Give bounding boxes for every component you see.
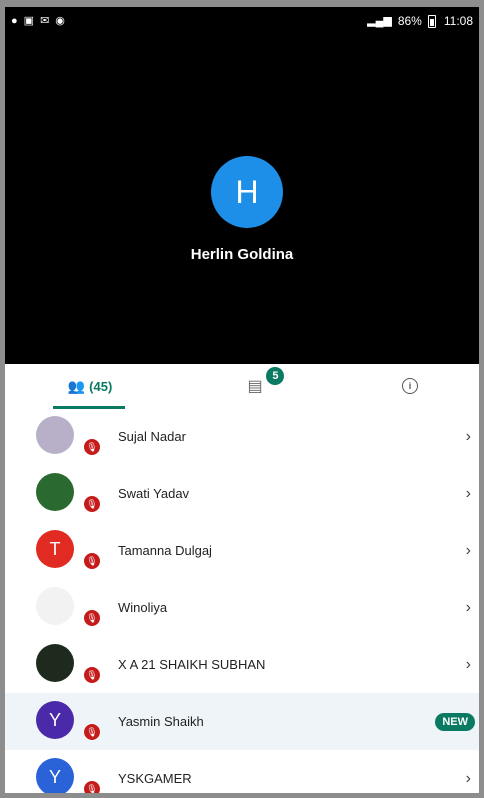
clock: 11:08 (443, 14, 473, 28)
participant-avatar: Y (36, 758, 74, 793)
screen-frame: ● ▣ ✉ ◉ ▂▄▆ 86% 11:08 H Herlin Goldina 👥… (5, 7, 479, 793)
participant-row[interactable]: Y 🎙 YSKGAMER › (5, 750, 479, 793)
battery-icon (427, 14, 436, 28)
participant-avatar (36, 416, 74, 454)
caller-initial: H (235, 173, 259, 210)
status-left-icons: ● ▣ ✉ ◉ (11, 14, 65, 27)
status-right: ▂▄▆ 86% 11:08 (367, 14, 473, 28)
info-icon: i (402, 378, 418, 394)
participant-name: Yasmin Shaikh (118, 714, 204, 729)
new-badge: NEW (435, 712, 475, 731)
participant-avatar (36, 644, 74, 682)
caller-avatar: H (211, 156, 283, 228)
people-icon: 👥 (67, 377, 86, 394)
chat-icon: ▤ 5 (247, 367, 285, 396)
tab-bar: 👥 (45) ▤ 5 i (5, 364, 479, 409)
participant-list: 🎙 Sujal Nadar › 🎙 Swati Yadav › T 🎙 Tamanna Dulg… (5, 408, 479, 793)
muted-mic-icon: 🎙 (83, 666, 101, 684)
tab-people-count: (45) (89, 378, 113, 394)
gallery-icon: ▣ (23, 14, 35, 27)
participant-name: Sujal Nadar (118, 429, 186, 444)
participant-name: Swati Yadav (118, 486, 190, 501)
participant-row[interactable]: 🎙 X A 21 SHAIKH SUBHAN › (5, 636, 479, 693)
mail-icon: ✉ (40, 14, 50, 27)
chat-unread-badge: 5 (266, 367, 285, 385)
participant-name: Tamanna Dulgaj (118, 543, 212, 558)
avatar-initial: Y (48, 709, 61, 730)
signal-icon: ▂▄▆ (367, 14, 392, 27)
chevron-right-icon: › (465, 484, 471, 502)
avatar-initial: Y (48, 766, 61, 787)
chevron-right-icon: › (465, 541, 471, 559)
muted-mic-icon: 🎙 (83, 609, 101, 627)
caller-name: Herlin Goldina (190, 246, 294, 263)
participant-row[interactable]: 🎙 Swati Yadav › (5, 465, 479, 522)
participant-name: Winoliya (118, 600, 168, 615)
chevron-right-icon: › (465, 598, 471, 616)
muted-mic-icon: 🎙 (83, 495, 101, 513)
participant-name: YSKGAMER (118, 771, 192, 786)
chevron-right-icon: › (465, 427, 471, 445)
participant-name: X A 21 SHAIKH SUBHAN (118, 657, 266, 672)
tab-people[interactable]: 👥 (45) (45, 364, 135, 408)
tab-info[interactable]: i (385, 364, 435, 408)
participant-row[interactable]: 🎙 Winoliya › (5, 579, 479, 636)
status-bar: ● ▣ ✉ ◉ ▂▄▆ 86% 11:08 (5, 7, 479, 35)
participant-row[interactable]: Y 🎙 Yasmin Shaikh NEW (5, 693, 479, 750)
participant-row[interactable]: T 🎙 Tamanna Dulgaj › (5, 522, 479, 579)
battery-percent: 86% (397, 14, 422, 28)
muted-mic-icon: 🎙 (83, 552, 101, 570)
chat-notification-icon: ◉ (55, 14, 65, 27)
location-icon: ● (11, 14, 18, 27)
muted-mic-icon: 🎙 (83, 438, 101, 456)
participant-row[interactable]: 🎙 Sujal Nadar › (5, 408, 479, 465)
chevron-right-icon: › (465, 655, 471, 673)
chevron-right-icon: › (465, 769, 471, 787)
muted-mic-icon: 🎙 (83, 780, 101, 793)
participant-avatar: T (36, 530, 74, 568)
participant-avatar (36, 473, 74, 511)
muted-mic-icon: 🎙 (83, 723, 101, 741)
participant-avatar (36, 587, 74, 625)
avatar-initial: T (49, 538, 61, 559)
video-stage: ● ▣ ✉ ◉ ▂▄▆ 86% 11:08 H Herlin Goldina (5, 7, 479, 364)
tab-chat[interactable]: ▤ 5 (225, 364, 285, 408)
participant-avatar: Y (36, 701, 74, 739)
